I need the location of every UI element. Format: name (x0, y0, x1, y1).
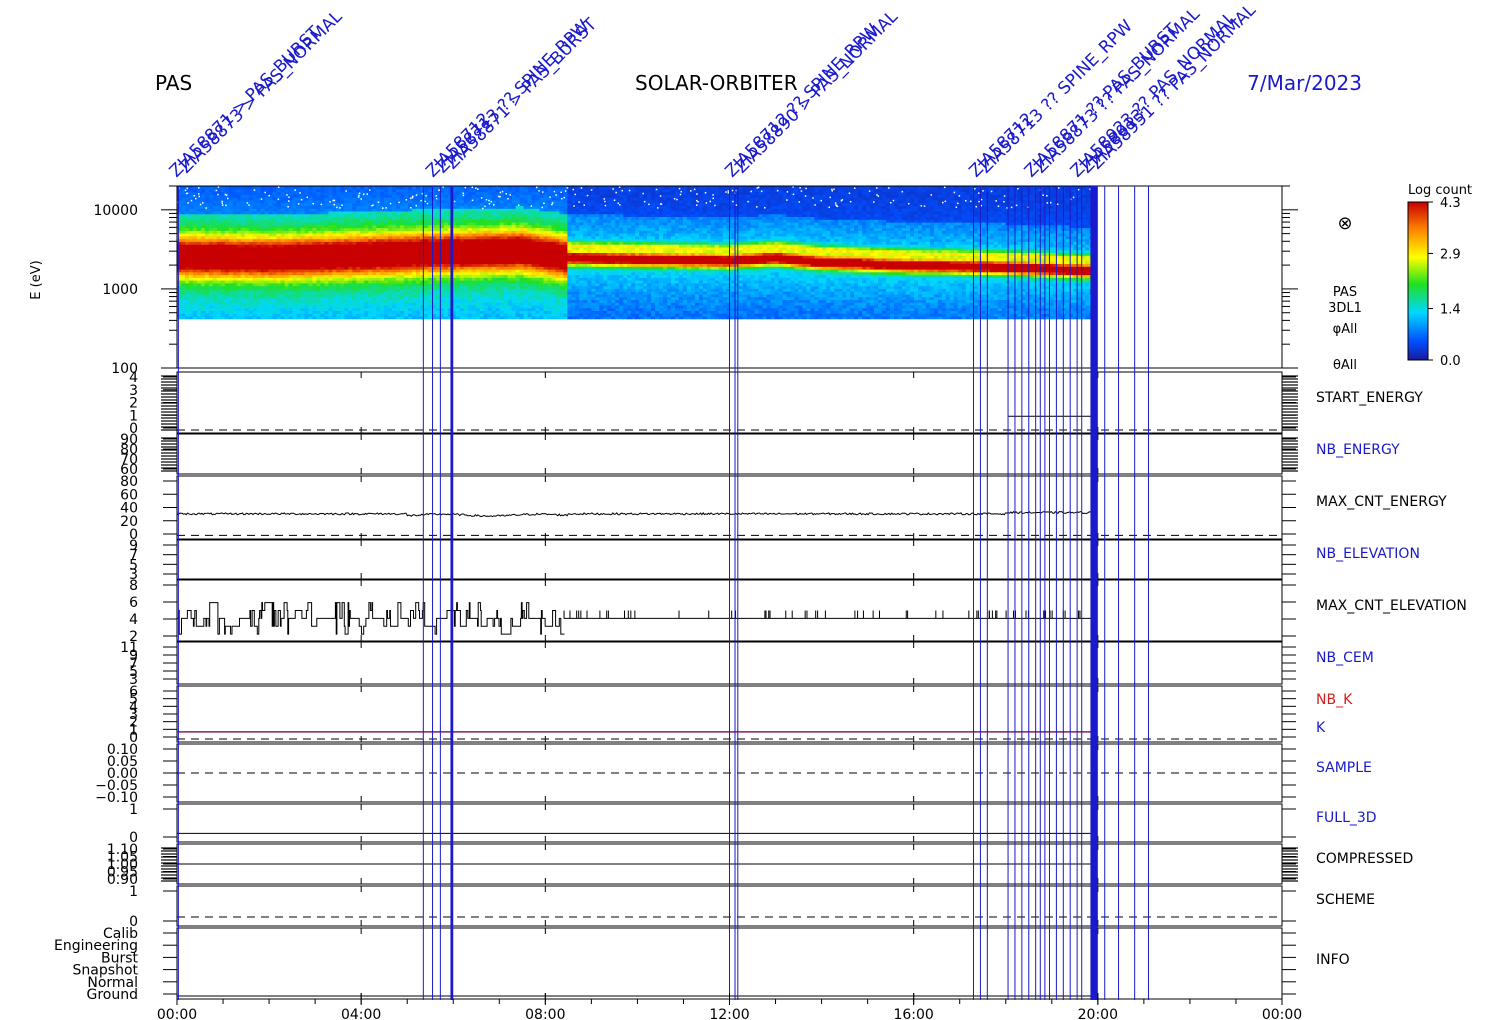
spectrogram-cell (292, 186, 298, 190)
spectrogram-cell (344, 186, 349, 190)
spectrogram-cell (372, 186, 377, 190)
marker-annotation-text: ZIA58871 > PAS_BURST (442, 14, 601, 173)
spectrogram-cell (244, 186, 250, 190)
spectrogram-cell (424, 186, 429, 190)
spectrogram-cell (200, 186, 206, 190)
spectrogram-cell (499, 186, 505, 190)
spectrogram-cell (312, 186, 317, 190)
spectrogram-cell (328, 186, 333, 190)
spectrogram-cell (543, 186, 549, 190)
spectrogram-cell (360, 186, 365, 190)
spectrogram-cell (443, 186, 449, 190)
spectrogram-cell (352, 186, 357, 190)
spectrogram-cell (435, 186, 441, 190)
spectrogram-cell (268, 186, 274, 190)
spectrogram-cell (459, 186, 465, 190)
spectrogram-cell (240, 186, 246, 190)
spectrogram-cell (272, 186, 278, 190)
spectrogram-cell (368, 186, 373, 190)
spectrogram-cell (296, 186, 302, 190)
spectrogram-cell (559, 186, 564, 190)
spectrogram-cell (204, 186, 210, 190)
spectrogram-cell (192, 186, 198, 190)
spectrogram-cell (547, 186, 553, 190)
spectrogram-cell (324, 186, 329, 190)
pas-summary-plot: PAS SOLAR-ORBITER 7/Mar/2023 ZIA58871 > … (29, 0, 1472, 1020)
spectrogram-cell (491, 186, 497, 190)
spectrogram-cell (252, 186, 258, 190)
spectrogram-cell (555, 186, 560, 190)
spectrogram-cell (224, 186, 230, 190)
spectrogram-cell (348, 186, 353, 190)
spectrogram-cell (208, 186, 214, 190)
spectrogram-cell (495, 186, 501, 190)
spectrogram-cell (300, 186, 306, 190)
spectrogram-cell (396, 186, 401, 190)
marker-annotation-text: ZIA58873 > PAS_NORMAL (176, 7, 347, 178)
spectrogram-cell (583, 186, 588, 190)
spectrogram-cell (412, 186, 417, 190)
spectrogram-cell (531, 186, 537, 190)
spectrogram-cell (507, 186, 513, 190)
spectrogram-cell (248, 186, 254, 190)
spectrogram-cell (181, 186, 186, 190)
spectrogram-cell (336, 186, 341, 190)
date-label: 7/Mar/2023 (1247, 71, 1362, 95)
spectrogram-cell (539, 186, 545, 190)
spectrogram-cell (316, 186, 321, 190)
spectrogram-cell (428, 186, 433, 190)
spectrogram-cell (264, 186, 270, 190)
spectrogram-cell (384, 186, 389, 190)
spectrogram-cell (376, 186, 381, 190)
instrument-label: PAS (155, 71, 192, 95)
energy-spectrogram: 100001000100 E (eV) PAS3DL1φAllθAll ⊗ (29, 185, 1362, 377)
spectrogram-cell (487, 186, 493, 190)
spectrogram-cell (320, 186, 325, 190)
spectrogram-cell (232, 186, 238, 190)
spectrogram-cell (483, 186, 489, 190)
spectrogram-cell (392, 186, 397, 190)
spectrogram-cell (416, 186, 421, 190)
spectrogram-cell (515, 186, 521, 190)
spectrogram-cell (523, 186, 529, 190)
spectrogram-cell (519, 186, 525, 190)
spectrogram-cell (408, 186, 413, 190)
spectrogram-cell (511, 186, 517, 190)
spectrogram-cell (388, 186, 393, 190)
spectrogram-cell (228, 186, 234, 190)
spectrogram-cell (340, 186, 345, 190)
spectrogram-cell (288, 186, 294, 190)
spectrogram-cell (400, 186, 405, 190)
mission-label: SOLAR-ORBITER (635, 71, 798, 95)
spectrogram-cell (280, 186, 286, 190)
spectrogram-cell (304, 186, 310, 190)
spectrogram-cell (256, 186, 262, 190)
spectrogram-cell (364, 186, 369, 190)
spectrogram-cell (420, 186, 425, 190)
spectrogram-cell (220, 186, 226, 190)
